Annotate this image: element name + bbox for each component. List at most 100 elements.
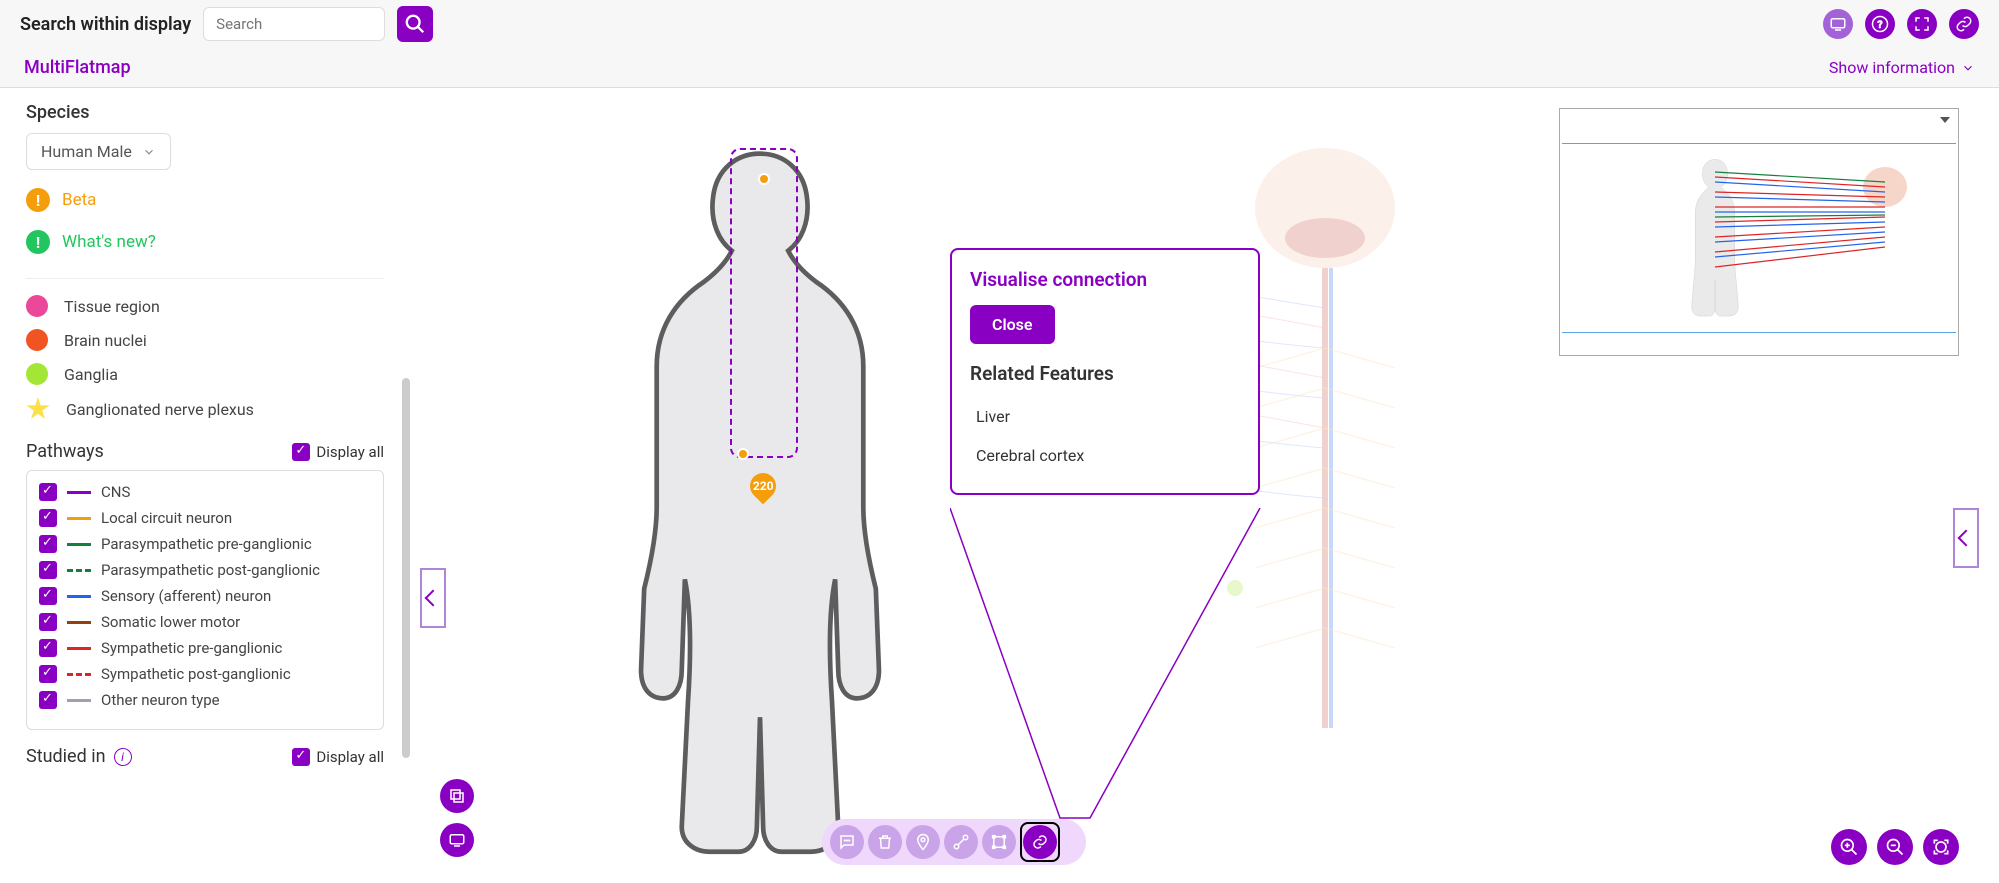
- display-all-toggle-studied[interactable]: Display all: [292, 748, 384, 766]
- split-view-button[interactable]: [440, 779, 474, 813]
- pathway-item-other[interactable]: Other neuron type: [39, 691, 371, 709]
- line-swatch: [67, 517, 91, 520]
- zoom-out-icon: [1885, 837, 1905, 857]
- minimap[interactable]: [1559, 108, 1959, 356]
- collapse-right-panel-handle[interactable]: [1953, 508, 1979, 568]
- species-heading: Species: [26, 102, 384, 123]
- checkbox-icon: [292, 443, 310, 461]
- legend-item-nuclei: Brain nuclei: [26, 329, 384, 351]
- pathway-label: Sensory (afferent) neuron: [101, 587, 271, 605]
- chevron-left-icon: [1958, 530, 1975, 547]
- studied-in-heading: Studied in i: [26, 746, 132, 767]
- line-swatch: [67, 543, 91, 546]
- pathway-item-sensory[interactable]: Sensory (afferent) neuron: [39, 587, 371, 605]
- circle-icon: [26, 363, 48, 385]
- pathway-item-parapost[interactable]: Parasympathetic post-ganglionic: [39, 561, 371, 579]
- pathway-item-parapre[interactable]: Parasympathetic pre-ganglionic: [39, 535, 371, 553]
- monitor-icon: [448, 831, 466, 849]
- pathway-item-local[interactable]: Local circuit neuron: [39, 509, 371, 527]
- zoom-fit-button[interactable]: [1923, 829, 1959, 865]
- zoom-in-icon: [1839, 837, 1859, 857]
- pathway-item-somatic[interactable]: Somatic lower motor: [39, 613, 371, 631]
- help-button[interactable]: ?: [1865, 9, 1895, 39]
- checkbox-icon: [39, 509, 57, 527]
- checkbox-icon: [39, 613, 57, 631]
- fullscreen-icon: [1913, 15, 1931, 33]
- display-all-label: Display all: [316, 443, 384, 461]
- zoom-in-button[interactable]: [1831, 829, 1867, 865]
- studied-in-label: Studied in: [26, 746, 106, 767]
- bounding-box-icon: [990, 833, 1008, 851]
- beta-row[interactable]: ! Beta: [26, 188, 384, 212]
- pathway-label: CNS: [101, 483, 130, 501]
- line-swatch: [67, 621, 91, 624]
- chevron-down-icon: [1961, 61, 1975, 75]
- pathway-item-sympost[interactable]: Sympathetic post-ganglionic: [39, 665, 371, 683]
- collapse-sidebar-handle[interactable]: [420, 568, 446, 628]
- species-select[interactable]: Human Male: [26, 133, 171, 170]
- chevron-down-icon[interactable]: [1938, 113, 1952, 127]
- pathway-item-cns[interactable]: CNS: [39, 483, 371, 501]
- flatmap-canvas[interactable]: 220 Visualise connection Close Related F…: [410, 88, 1999, 883]
- legend-label: Ganglionated nerve plexus: [66, 400, 254, 419]
- search-button[interactable]: [397, 6, 433, 42]
- top-bar: Search within display ?: [0, 0, 1999, 48]
- line-tool[interactable]: [944, 825, 978, 859]
- zoom-controls: [1831, 829, 1959, 865]
- delete-tool[interactable]: [868, 825, 902, 859]
- exclamation-icon: !: [26, 230, 50, 254]
- related-features-heading: Related Features: [970, 362, 1240, 385]
- single-view-button[interactable]: [440, 823, 474, 857]
- comment-icon: [838, 833, 856, 851]
- whats-new-row[interactable]: ! What's new?: [26, 230, 384, 254]
- pathway-item-sympre[interactable]: Sympathetic pre-ganglionic: [39, 639, 371, 657]
- star-icon: [26, 397, 50, 421]
- pathways-list: CNS Local circuit neuron Parasympathetic…: [26, 470, 384, 730]
- selection-region[interactable]: [730, 148, 798, 458]
- legend-item-plexus: Ganglionated nerve plexus: [26, 397, 384, 421]
- marker-dot[interactable]: [758, 173, 770, 185]
- search-input[interactable]: [203, 7, 385, 41]
- marker-dot[interactable]: [737, 448, 749, 460]
- permalink-button[interactable]: [1949, 9, 1979, 39]
- display-all-toggle[interactable]: Display all: [292, 443, 384, 461]
- connection-icon: [1031, 833, 1049, 851]
- connection-tool-active[interactable]: [1020, 822, 1060, 862]
- show-information-toggle[interactable]: Show information: [1829, 58, 1975, 77]
- pathways-header: Pathways Display all: [26, 441, 384, 462]
- pathway-label: Other neuron type: [101, 691, 220, 709]
- fullscreen-button[interactable]: [1907, 9, 1937, 39]
- beta-label: Beta: [62, 190, 96, 210]
- display-mode-button[interactable]: [1823, 9, 1853, 39]
- circle-icon: [26, 295, 48, 317]
- legend-item-ganglia: Ganglia: [26, 363, 384, 385]
- checkbox-icon: [39, 587, 57, 605]
- zoom-out-button[interactable]: [1877, 829, 1913, 865]
- checkbox-icon: [39, 639, 57, 657]
- checkbox-icon: [39, 665, 57, 683]
- trash-icon: [876, 833, 894, 851]
- connection-popup: Visualise connection Close Related Featu…: [950, 248, 1260, 495]
- pathways-heading: Pathways: [26, 441, 104, 462]
- scrollbar[interactable]: [402, 378, 410, 758]
- sub-header: MultiFlatmap Show information: [0, 48, 1999, 88]
- line-swatch: [67, 673, 91, 676]
- search-icon: [404, 13, 426, 35]
- legend-label: Brain nuclei: [64, 331, 147, 350]
- zoom-fit-icon: [1931, 837, 1951, 857]
- monitor-icon: [1829, 15, 1847, 33]
- bbox-tool[interactable]: [982, 825, 1016, 859]
- whats-new-label: What's new?: [62, 232, 156, 252]
- line-swatch: [67, 569, 91, 572]
- layers-icon: [448, 787, 466, 805]
- legend-section: Tissue region Brain nuclei Ganglia Gangl…: [26, 278, 384, 421]
- related-feature-liver[interactable]: Liver: [970, 397, 1240, 436]
- checkbox-icon: [292, 748, 310, 766]
- info-icon[interactable]: i: [114, 748, 132, 766]
- display-all-label: Display all: [316, 748, 384, 766]
- pathway-label: Somatic lower motor: [101, 613, 240, 631]
- related-feature-cortex[interactable]: Cerebral cortex: [970, 436, 1240, 475]
- close-button[interactable]: Close: [970, 305, 1055, 344]
- pin-tool[interactable]: [906, 825, 940, 859]
- comment-tool[interactable]: [830, 825, 864, 859]
